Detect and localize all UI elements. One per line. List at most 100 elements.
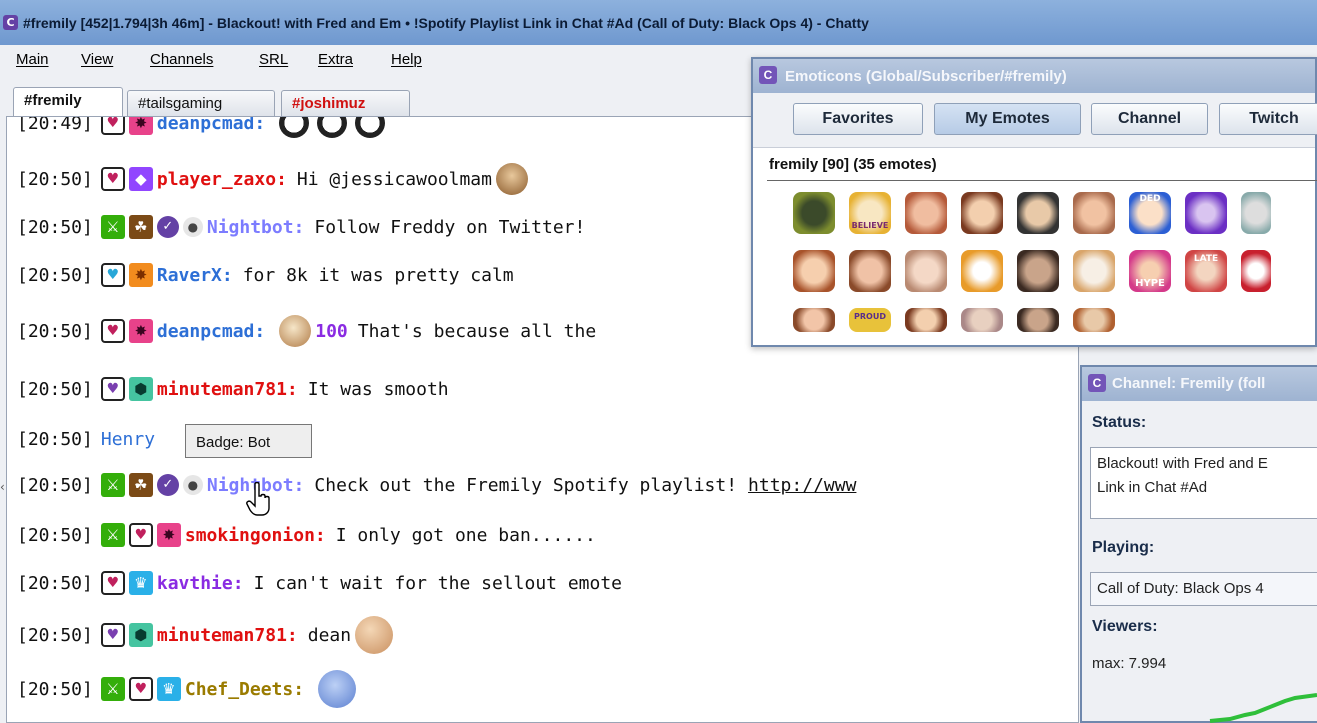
crown-badge-icon[interactable]: ♛ — [156, 677, 181, 701]
diamond-badge-icon[interactable]: ◆ — [128, 167, 153, 191]
verified-badge-icon[interactable]: ✓ — [156, 474, 179, 496]
moderator-badge-icon[interactable]: ⚔ — [100, 473, 125, 497]
tab-twitch[interactable]: Twitch — [1219, 103, 1317, 135]
tab-joshimuz[interactable]: #joshimuz — [281, 90, 410, 116]
status-text-box[interactable]: Blackout! with Fred and E Link in Chat #… — [1090, 447, 1317, 519]
cup-badge-icon[interactable]: ♥ — [100, 377, 125, 401]
message-link[interactable]: http://www — [748, 475, 856, 496]
emoticons-window-title[interactable]: C Emoticons (Global/Subscriber/#fremily) — [753, 59, 1315, 93]
dark-face-emote-icon[interactable] — [1017, 250, 1059, 292]
hype-emote-icon[interactable]: HYPE — [1129, 250, 1171, 292]
username[interactable]: Nightbot: — [207, 217, 305, 238]
channel-info-title[interactable]: C Channel: Fremily (foll — [1082, 367, 1317, 401]
emoticons-window[interactable]: C Emoticons (Global/Subscriber/#fremily)… — [751, 57, 1317, 347]
chat-line: [20:50] ⚔ ♥ ♛ Chef_Deets: — [17, 669, 360, 709]
cup-badge-icon[interactable]: ♥ — [100, 623, 125, 647]
partial-face-emote-icon[interactable] — [1073, 308, 1115, 332]
status-label: Status: — [1092, 414, 1147, 431]
mug-emote-icon[interactable] — [1241, 250, 1271, 292]
woman-face-emote-icon[interactable] — [961, 192, 1003, 234]
bot-badge-icon[interactable]: ● — [182, 217, 203, 237]
username[interactable]: minuteman781: — [157, 379, 298, 400]
username[interactable]: deanpcmad: — [157, 117, 265, 134]
username[interactable]: minuteman781: — [157, 625, 298, 646]
bearded-face-emote-icon[interactable] — [905, 192, 947, 234]
swirl-emote-icon[interactable] — [1185, 192, 1227, 234]
playing-field[interactable]: Call of Duty: Black Ops 4 — [1090, 572, 1317, 606]
cup-badge-icon[interactable]: ♥ — [100, 319, 125, 343]
smiling-man-emote-icon[interactable] — [1073, 192, 1115, 234]
section-divider — [767, 180, 1317, 181]
cup-badge-icon[interactable]: ♥ — [100, 571, 125, 595]
emote-section-heading: fremily [90] (35 emotes) — [769, 156, 937, 173]
channel-info-title-text: Channel: Fremily (foll — [1112, 375, 1266, 392]
username[interactable]: Chef_Deets: — [185, 679, 304, 700]
hooded-emote-icon[interactable] — [793, 192, 835, 234]
menu-help[interactable]: Help — [391, 51, 422, 68]
timestamp: [20:50] — [17, 678, 93, 700]
partial-face-emote-icon[interactable] — [961, 308, 1003, 332]
crown-badge-icon[interactable]: ♛ — [128, 571, 153, 595]
bot-badge-icon[interactable]: ● — [182, 475, 203, 495]
subscriber-badge-icon[interactable]: ☘ — [128, 473, 153, 497]
moderator-badge-icon[interactable]: ⚔ — [100, 523, 125, 547]
cup-badge-icon[interactable]: ♥ — [100, 263, 125, 287]
username[interactable]: kavthie: — [157, 573, 244, 594]
chat-line: [20:50] ♥ ✸ RaverX: for 8k it was pretty… — [17, 255, 514, 295]
verified-badge-icon[interactable]: ✓ — [156, 216, 179, 238]
moderator-badge-icon[interactable]: ⚔ — [100, 215, 125, 239]
star-badge-icon[interactable]: ✸ — [128, 263, 153, 287]
channel-info-window[interactable]: C Channel: Fremily (foll Status: Blackou… — [1080, 365, 1317, 723]
username[interactable]: player_zaxo: — [157, 169, 287, 190]
playing-label: Playing: — [1092, 539, 1155, 556]
hexagon-badge-icon[interactable]: ⬢ — [128, 623, 153, 647]
cat-emote-icon[interactable] — [1073, 250, 1115, 292]
panda-emote-icon — [279, 117, 310, 138]
tab-tailsgaming[interactable]: #tailsgaming — [127, 90, 275, 116]
panda-emote-icon — [317, 117, 348, 138]
star-badge-icon[interactable]: ✸ — [128, 319, 153, 343]
hexagon-badge-icon[interactable]: ⬢ — [128, 377, 153, 401]
message-text: That's because all the — [357, 320, 597, 342]
tab-channel[interactable]: Channel — [1091, 103, 1208, 135]
sunglasses-emote-icon[interactable] — [1017, 192, 1059, 234]
woman-photo-emote-icon[interactable] — [905, 250, 947, 292]
coin-cat-emote-icon[interactable] — [961, 250, 1003, 292]
cup-badge-icon[interactable]: ♥ — [100, 117, 125, 135]
title-bar[interactable]: C #fremily [452|1.794|3h 46m] - Blackout… — [0, 0, 1317, 45]
menu-srl[interactable]: SRL — [259, 51, 288, 68]
ded-emote-icon[interactable]: DED — [1129, 192, 1171, 234]
tab-favorites[interactable]: Favorites — [793, 103, 923, 135]
believe-emote-icon[interactable]: BELIEVE — [849, 192, 891, 234]
menu-view[interactable]: View — [81, 51, 113, 68]
viewer-chart-line — [1209, 693, 1317, 723]
partial-face-emote-icon[interactable] — [793, 308, 835, 332]
tab-fremily[interactable]: #fremily — [13, 87, 123, 117]
partial-face-emote-icon[interactable] — [1017, 308, 1059, 332]
chatty-window-icon: C — [1088, 374, 1106, 392]
cup-badge-icon[interactable]: ♥ — [128, 523, 153, 547]
username[interactable]: deanpcmad: — [157, 321, 265, 342]
username[interactable]: Henry — [101, 429, 155, 450]
cup-badge-icon[interactable]: ♥ — [100, 167, 125, 191]
proud-emote-icon[interactable]: PROUD — [849, 308, 891, 332]
menu-main[interactable]: Main — [16, 51, 49, 68]
menu-extra[interactable]: Extra — [318, 51, 353, 68]
star-badge-icon[interactable]: ✸ — [128, 117, 153, 135]
star-badge-icon[interactable]: ✸ — [156, 523, 181, 547]
dean-face-emote-icon — [355, 616, 394, 654]
bearded-man-emote-icon[interactable] — [849, 250, 891, 292]
late-emote-icon[interactable]: LATE — [1185, 250, 1227, 292]
collapse-arrow-icon[interactable]: ‹ — [0, 480, 6, 504]
username[interactable]: RaverX: — [157, 265, 233, 286]
moderator-badge-icon[interactable]: ⚔ — [100, 677, 125, 701]
monkey-emote-icon — [495, 163, 528, 195]
subscriber-badge-icon[interactable]: ☘ — [128, 215, 153, 239]
partial-face-emote-icon[interactable] — [905, 308, 947, 332]
laughing-woman-emote-icon[interactable] — [793, 250, 835, 292]
tab-my-emotes[interactable]: My Emotes — [934, 103, 1081, 135]
username[interactable]: smokingonion: — [185, 525, 326, 546]
cup-badge-icon[interactable]: ♥ — [128, 677, 153, 701]
partial-emote-icon[interactable] — [1241, 192, 1271, 234]
menu-channels[interactable]: Channels — [150, 51, 213, 68]
